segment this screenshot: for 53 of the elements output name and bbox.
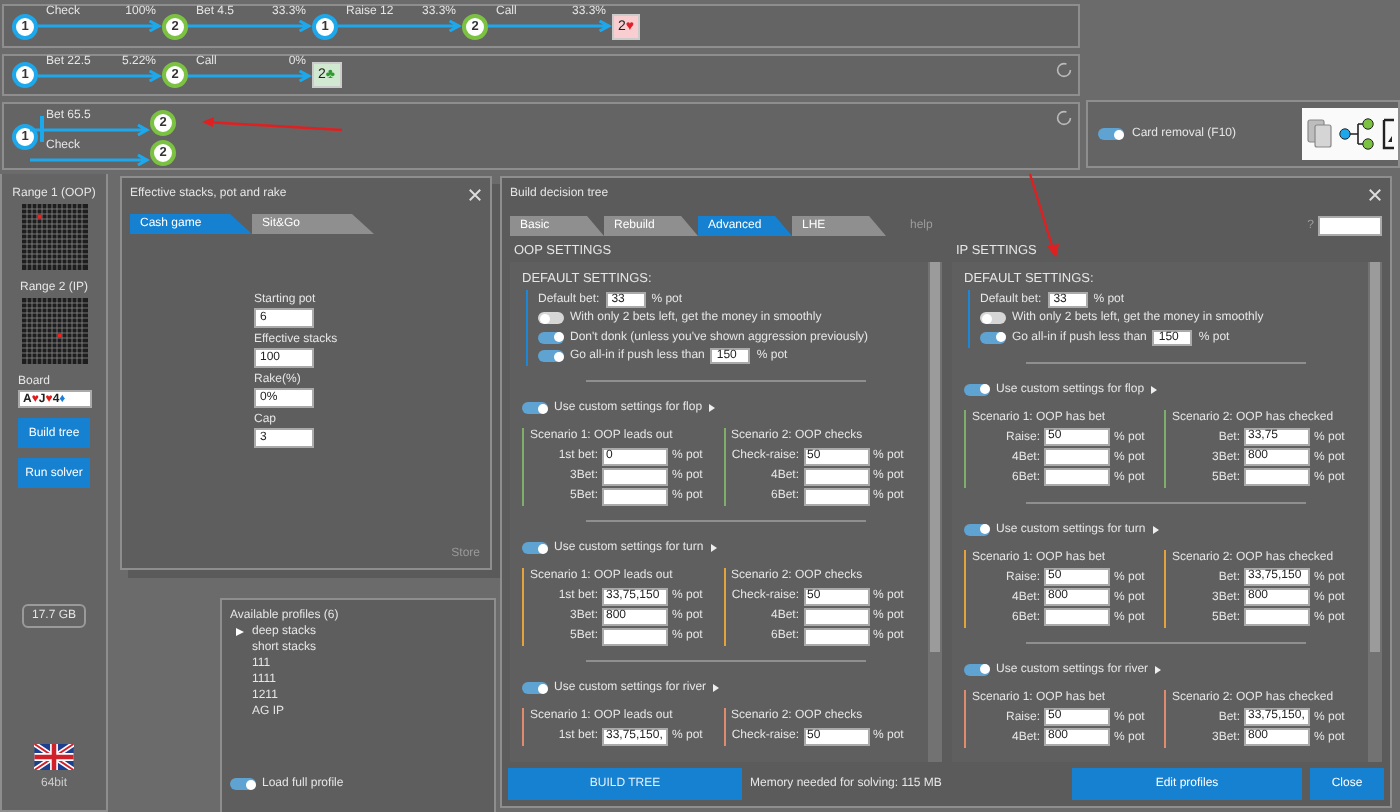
expand-icon[interactable] <box>1154 665 1163 673</box>
spinner-icon <box>1056 110 1072 126</box>
flag-icon[interactable] <box>34 744 74 770</box>
toggle-switch[interactable] <box>538 350 564 363</box>
input-field[interactable] <box>602 467 668 485</box>
input-field[interactable] <box>803 487 869 505</box>
arrow <box>30 153 150 165</box>
annotation-arrow <box>200 114 344 134</box>
expand-icon[interactable] <box>712 684 721 692</box>
arrow <box>338 20 462 32</box>
expand-icon[interactable] <box>1150 385 1159 393</box>
toggle-switch[interactable] <box>964 523 990 535</box>
close-icon[interactable] <box>1368 187 1382 201</box>
toggle-switch[interactable] <box>230 778 256 790</box>
toggle-switch[interactable] <box>964 383 990 395</box>
scrollbar[interactable] <box>1368 262 1382 762</box>
input-field[interactable] <box>803 467 869 485</box>
arrow <box>38 69 162 81</box>
input-field[interactable] <box>602 627 668 645</box>
arrow <box>188 69 312 81</box>
input-field[interactable] <box>1244 608 1310 626</box>
input-field[interactable] <box>803 627 869 645</box>
input-field[interactable] <box>602 487 668 505</box>
frame-icon[interactable] <box>1382 118 1394 150</box>
range-grid-drawing[interactable] <box>21 204 87 270</box>
arrow <box>38 20 162 32</box>
expand-icon[interactable] <box>709 544 718 552</box>
tree-icon[interactable] <box>1338 116 1378 152</box>
spinner-icon <box>1056 62 1072 78</box>
toggle-switch[interactable] <box>964 663 990 675</box>
expand-icon[interactable] <box>1151 525 1160 533</box>
toggle-switch[interactable] <box>538 331 564 344</box>
input-field[interactable] <box>1044 448 1110 466</box>
toggle-switch[interactable] <box>980 312 1006 325</box>
range-grid-drawing[interactable] <box>21 298 87 364</box>
toggle-switch[interactable] <box>980 331 1006 344</box>
expand-icon[interactable] <box>708 404 717 412</box>
arrow <box>30 123 150 135</box>
close-icon[interactable] <box>468 187 482 201</box>
input-field[interactable] <box>1044 608 1110 626</box>
scrollbar[interactable] <box>928 262 942 762</box>
toggle-switch[interactable] <box>538 312 564 325</box>
toggle-switch[interactable] <box>522 542 548 554</box>
toggle-switch[interactable] <box>522 402 548 414</box>
arrow <box>488 20 612 32</box>
input-field[interactable] <box>1044 468 1110 486</box>
cards-icon[interactable] <box>1306 118 1334 150</box>
arrow <box>188 20 312 32</box>
input-field[interactable] <box>803 607 869 625</box>
toggle-switch[interactable] <box>522 682 548 694</box>
input-field[interactable] <box>1244 468 1310 486</box>
input-field[interactable] <box>1318 216 1382 236</box>
toggle-switch[interactable] <box>1098 128 1124 140</box>
